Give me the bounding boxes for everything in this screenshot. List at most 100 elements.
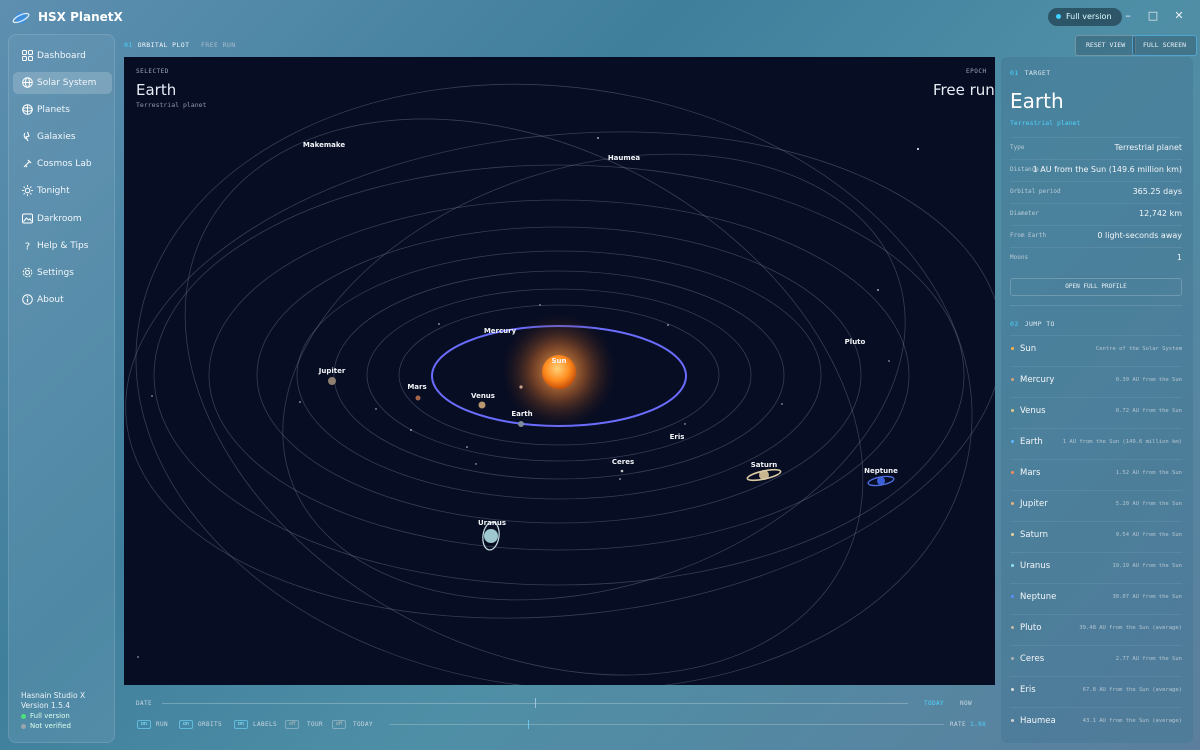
jump-item-name: Neptune <box>1020 592 1057 602</box>
grid-icon <box>22 50 33 61</box>
label-neptune[interactable]: Neptune <box>864 467 898 475</box>
labels-label: LABELS <box>253 721 278 728</box>
info-row-from-earth: From Earth 0 light-seconds away <box>1010 225 1182 247</box>
label-jupiter[interactable]: Jupiter <box>319 367 346 375</box>
labels-toggle[interactable]: on <box>234 720 248 729</box>
label-haumea[interactable]: Haumea <box>608 154 640 162</box>
today-toggle[interactable]: off <box>332 720 346 729</box>
label-sun[interactable]: Sun <box>551 357 566 365</box>
sidebar-item-settings[interactable]: Settings <box>13 262 112 284</box>
full-screen-button[interactable]: FULL SCREEN <box>1132 35 1198 56</box>
sidebar-item-darkroom[interactable]: Darkroom <box>13 208 112 230</box>
label-mercury[interactable]: Mercury <box>484 327 516 335</box>
jump-item-ceres[interactable]: Ceres 2.77 AU from the Sun <box>1010 645 1182 676</box>
tour-toggle[interactable]: off <box>285 720 299 729</box>
sidebar-item-tonight[interactable]: Tonight <box>13 180 112 202</box>
venus-body[interactable] <box>478 401 486 409</box>
label-saturn[interactable]: Saturn <box>751 461 778 469</box>
earth-body[interactable] <box>518 421 524 427</box>
jump-item-venus[interactable]: Venus 0.72 AU from the Sun <box>1010 397 1182 428</box>
label-uranus[interactable]: Uranus <box>478 519 506 527</box>
sidebar-item-label: Help & Tips <box>37 241 89 251</box>
sidebar-item-about[interactable]: About <box>13 289 112 311</box>
brand-block: Hasnain Studio X Version 1.5.4 Full vers… <box>21 691 85 731</box>
tab-orbital-plot[interactable]: 01 ORBITAL PLOT <box>124 41 189 49</box>
sidebar-item-galaxies[interactable]: Galaxies <box>13 126 112 148</box>
mars-body[interactable] <box>415 395 421 401</box>
jump-item-description: 0.72 AU from the Sun <box>1115 408 1182 414</box>
jump-item-jupiter[interactable]: Jupiter 5.20 AU from the Sun <box>1010 490 1182 521</box>
sidebar-item-cosmos-lab[interactable]: Cosmos Lab <box>13 153 112 175</box>
sidebar-item-label: Dashboard <box>37 51 86 61</box>
planet-icon <box>22 104 33 115</box>
label-venus[interactable]: Venus <box>471 392 495 400</box>
jump-item-mercury[interactable]: Mercury 0.39 AU from the Sun <box>1010 366 1182 397</box>
label-makemake[interactable]: Makemake <box>303 141 345 149</box>
sidebar-item-label: Tonight <box>37 186 70 196</box>
jump-item-mars[interactable]: Mars 1.52 AU from the Sun <box>1010 459 1182 490</box>
jump-item-name: Haumea <box>1020 716 1056 726</box>
maximize-icon[interactable]: □ <box>1146 9 1160 23</box>
now-link[interactable]: NOW <box>960 700 972 707</box>
status-dot-icon <box>1056 14 1061 19</box>
jump-item-uranus[interactable]: Uranus 19.19 AU from the Sun <box>1010 552 1182 583</box>
selected-label: SELECTED <box>136 68 169 75</box>
label-eris[interactable]: Eris <box>670 433 685 441</box>
saturn-body[interactable] <box>746 468 782 483</box>
jump-item-eris[interactable]: Eris 67.8 AU from the Sun (average) <box>1010 676 1182 707</box>
neptune-body[interactable] <box>867 475 895 487</box>
info-row-type: Type Terrestrial planet <box>1010 137 1182 159</box>
sidebar-item-label: Settings <box>37 268 74 278</box>
minimize-icon[interactable]: – <box>1121 9 1135 23</box>
orbital-plot-canvas[interactable]: SELECTED Earth Terrestrial planet EPOCH … <box>124 57 995 685</box>
jump-item-description: 5.20 AU from the Sun <box>1115 501 1182 507</box>
jump-item-name: Mercury <box>1020 375 1055 385</box>
sidebar-item-solar-system[interactable]: Solar System <box>13 72 112 94</box>
label-pluto[interactable]: Pluto <box>845 338 866 346</box>
rate-slider-track[interactable] <box>389 724 944 725</box>
info-icon <box>22 294 33 305</box>
body-color-dot-icon <box>1011 409 1014 412</box>
today-link[interactable]: TODAY <box>924 700 944 707</box>
label-mars[interactable]: Mars <box>407 383 426 391</box>
selected-body-name: Earth <box>136 81 177 99</box>
body-color-dot-icon <box>1011 688 1014 691</box>
info-row-distance: Distance 1 AU from the Sun (149.6 million… <box>1010 159 1182 181</box>
mercury-body[interactable] <box>519 385 523 389</box>
close-icon[interactable]: ✕ <box>1172 9 1186 23</box>
jump-item-neptune[interactable]: Neptune 30.07 AU from the Sun <box>1010 583 1182 614</box>
body-color-dot-icon <box>1011 471 1014 474</box>
jump-item-pluto[interactable]: Pluto 39.48 AU from the Sun (average) <box>1010 614 1182 645</box>
label-ceres[interactable]: Ceres <box>612 458 634 466</box>
jump-item-description: 0.39 AU from the Sun <box>1115 377 1182 383</box>
sidebar-item-dashboard[interactable]: Dashboard <box>13 45 112 67</box>
jump-item-haumea[interactable]: Haumea 43.1 AU from the Sun (average) <box>1010 707 1182 738</box>
jump-item-name: Saturn <box>1020 530 1049 540</box>
today-toggle-label: TODAY <box>353 721 374 728</box>
date-slider-handle[interactable] <box>535 698 536 708</box>
full-version-pill[interactable]: Full version <box>1048 8 1122 26</box>
jump-item-description: 39.48 AU from the Sun (average) <box>1079 625 1182 631</box>
sidebar-item-help[interactable]: ? Help & Tips <box>13 235 112 257</box>
ceres-body[interactable] <box>620 469 624 473</box>
label-earth[interactable]: Earth <box>511 410 532 418</box>
tab-free-run[interactable]: FREE RUN <box>201 41 236 49</box>
body-color-dot-icon <box>1011 378 1014 381</box>
target-section-header: 01 TARGET <box>1010 69 1051 77</box>
jump-item-description: 2.77 AU from the Sun <box>1115 656 1182 662</box>
jump-section-header: 02 JUMP TO <box>1010 320 1055 328</box>
run-label: RUN <box>156 721 169 728</box>
sidebar-item-planets[interactable]: Planets <box>13 99 112 121</box>
galaxy-icon <box>23 131 30 142</box>
svg-text:?: ? <box>25 242 30 252</box>
run-toggle[interactable]: on <box>137 720 151 729</box>
jump-item-saturn[interactable]: Saturn 9.54 AU from the Sun <box>1010 521 1182 552</box>
orbits-toggle[interactable]: on <box>179 720 193 729</box>
open-full-profile-button[interactable]: OPEN FULL PROFILE <box>1010 278 1182 296</box>
jump-item-description: 1 AU from the Sun (149.6 million km) <box>1062 439 1182 445</box>
jupiter-body[interactable] <box>328 377 336 385</box>
rate-slider-handle[interactable] <box>528 720 529 729</box>
reset-view-button[interactable]: RESET VIEW <box>1075 35 1137 56</box>
jump-item-earth[interactable]: Earth 1 AU from the Sun (149.6 million km… <box>1010 428 1182 459</box>
jump-item-sun[interactable]: Sun Centre of the Solar System <box>1010 335 1182 366</box>
